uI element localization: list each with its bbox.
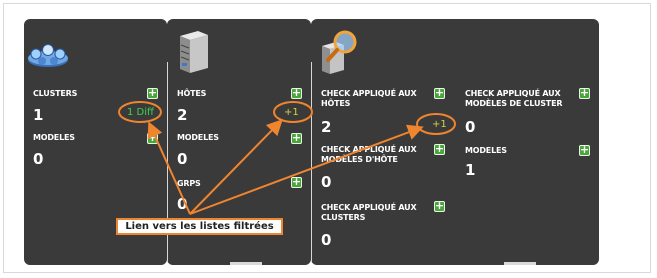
highlight-ellipse — [118, 101, 162, 123]
annotation-arrow — [147, 121, 191, 215]
filtered-lists-tooltip: Lien vers les listes filtrées — [116, 218, 283, 235]
annotation-arrow — [189, 124, 424, 215]
highlight-ellipse — [416, 113, 456, 135]
annotation-overlay — [118, 101, 456, 215]
annotation-arrow — [189, 119, 283, 215]
highlight-ellipse — [273, 101, 313, 123]
